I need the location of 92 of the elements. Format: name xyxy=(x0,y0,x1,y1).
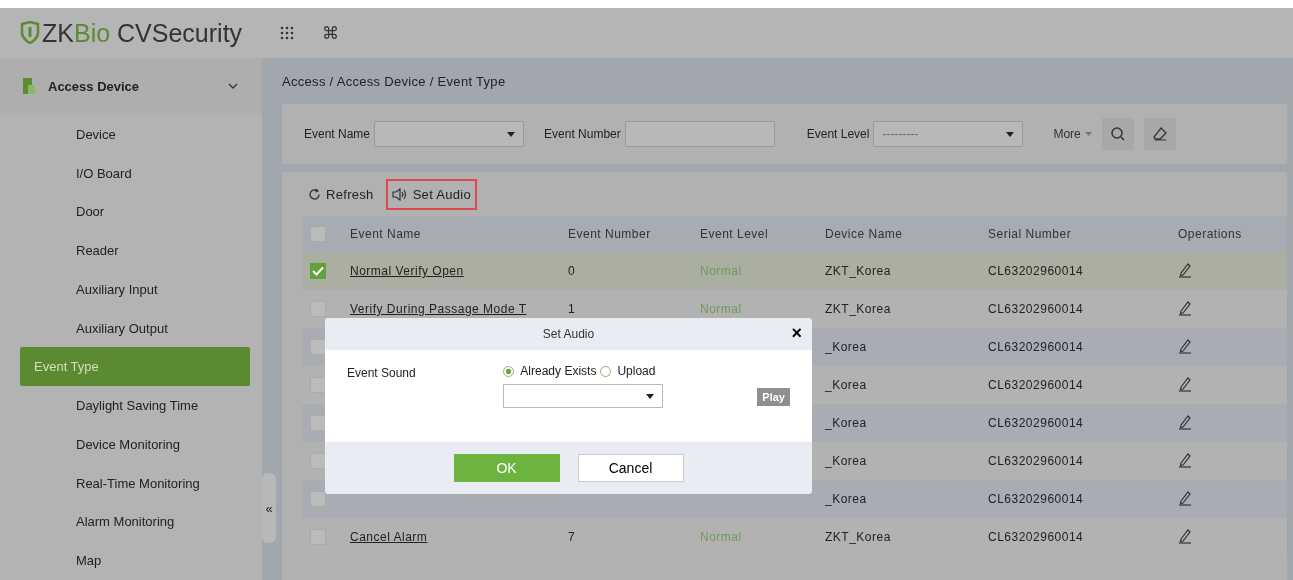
column-header: Serial Number xyxy=(988,227,1072,241)
sidebar-item[interactable]: Map xyxy=(20,541,250,580)
column-header: Event Name xyxy=(350,227,422,241)
table-cell: ZKT_Korea xyxy=(825,530,891,544)
toolbar-button[interactable]: Refresh xyxy=(302,178,380,210)
logo-text: ZKBio CVSecurity xyxy=(42,18,243,48)
event-level-cell: Normal xyxy=(700,302,742,316)
column-header: Operations xyxy=(1178,227,1242,241)
radio-circle[interactable] xyxy=(503,365,515,377)
event-name-link[interactable]: Normal Verify Open xyxy=(350,264,464,278)
speaker-icon xyxy=(391,187,408,201)
grid-icon[interactable] xyxy=(280,26,294,40)
column-header: Device Name xyxy=(825,227,903,241)
sidebar-item[interactable]: Auxiliary Output xyxy=(20,308,250,348)
edit-icon[interactable] xyxy=(1178,375,1192,392)
collapse-handle[interactable]: « xyxy=(262,473,276,543)
field-label: Event Sound xyxy=(347,366,417,380)
table-cell: CL63202960014 xyxy=(988,416,1084,430)
edit-icon[interactable] xyxy=(1178,489,1192,506)
cancel-button[interactable]: Cancel xyxy=(577,454,684,482)
row-checkbox[interactable] xyxy=(310,263,326,279)
row-checkbox[interactable] xyxy=(310,415,326,431)
edit-icon[interactable] xyxy=(1178,451,1192,468)
event-name-link[interactable]: Cancel Alarm xyxy=(350,530,428,544)
table-cell: ZKT_Korea xyxy=(825,302,891,316)
radio-circle[interactable] xyxy=(600,365,612,377)
more-dropdown[interactable]: More xyxy=(1053,127,1092,141)
sidebar-item[interactable]: I/O Board xyxy=(20,153,250,193)
sound-select[interactable] xyxy=(503,384,664,408)
device-icon xyxy=(22,77,36,96)
table-cell: _Korea xyxy=(825,340,867,354)
caret-icon xyxy=(1084,132,1092,136)
sidebar-item[interactable]: Device Monitoring xyxy=(20,424,250,464)
table-cell: CL63202960014 xyxy=(988,530,1084,544)
table-cell: _Korea xyxy=(825,378,867,392)
table-cell: ZKT_Korea xyxy=(825,264,891,278)
sidebar-item[interactable]: Door xyxy=(20,192,250,232)
column-header: Event Number xyxy=(568,227,651,241)
table-cell: 7 xyxy=(568,530,576,544)
edit-icon[interactable] xyxy=(1178,337,1192,354)
row-checkbox[interactable] xyxy=(310,453,326,469)
column-header: Event Level xyxy=(700,227,769,241)
table-cell: _Korea xyxy=(825,416,867,430)
sidebar-item[interactable]: Reader xyxy=(20,231,250,270)
table-cell: 0 xyxy=(568,264,576,278)
table-cell: CL63202960014 xyxy=(988,264,1084,278)
sidebar-group-header[interactable]: Access Device xyxy=(0,58,262,115)
sidebar-item[interactable]: Real-Time Monitoring xyxy=(20,463,250,503)
row-checkbox[interactable] xyxy=(310,377,326,393)
filter-label: Event Name xyxy=(304,127,371,141)
radio-option[interactable]: Upload xyxy=(600,364,656,378)
sidebar-group-label: Access Device xyxy=(48,78,141,94)
dialog-title: Set Audio xyxy=(542,327,595,341)
shortcut-icon[interactable]: ⌘ xyxy=(322,23,339,43)
row-checkbox[interactable] xyxy=(310,491,326,507)
table-cell: CL63202960014 xyxy=(988,492,1084,506)
edit-icon[interactable] xyxy=(1178,261,1192,278)
table-cell: CL63202960014 xyxy=(988,454,1084,468)
search-button[interactable] xyxy=(1101,118,1134,150)
search-icon xyxy=(1109,126,1126,142)
close-button[interactable]: × xyxy=(791,324,802,342)
caret-icon xyxy=(646,393,655,399)
shield-logo-icon xyxy=(20,21,40,45)
table-cell: CL63202960014 xyxy=(988,340,1084,354)
table-cell: _Korea xyxy=(825,454,867,468)
radio-option[interactable]: Already Exists xyxy=(503,364,597,378)
table-cell: 1 xyxy=(568,302,576,316)
caret-icon xyxy=(1006,131,1015,137)
eraser-icon xyxy=(1151,126,1168,142)
event-level-cell: Normal xyxy=(700,264,742,278)
sidebar-item[interactable]: Alarm Monitoring xyxy=(20,502,250,542)
table-cell: CL63202960014 xyxy=(988,378,1084,392)
breadcrumb: Access / Access Device / Event Type xyxy=(281,72,507,91)
edit-icon[interactable] xyxy=(1178,413,1192,430)
edit-icon[interactable] xyxy=(1178,299,1192,316)
row-checkbox[interactable] xyxy=(310,301,326,317)
edit-icon[interactable] xyxy=(1178,527,1192,544)
filter-label: Event Level xyxy=(806,127,870,141)
sidebar-item[interactable]: Auxiliary Input xyxy=(20,269,250,309)
sidebar-item[interactable]: Device xyxy=(20,114,250,154)
sidebar-item[interactable]: Daylight Saving Time xyxy=(20,386,250,425)
refresh-icon xyxy=(308,187,321,201)
clear-button[interactable] xyxy=(1143,118,1176,150)
table-cell: _Korea xyxy=(825,492,867,506)
toolbar-button[interactable]: Set Audio xyxy=(385,178,477,210)
event-number-field[interactable] xyxy=(624,121,775,147)
row-checkbox[interactable] xyxy=(310,339,326,355)
filter-label: Event Number xyxy=(544,127,621,141)
table-cell: CL63202960014 xyxy=(988,302,1084,316)
event-name-link[interactable]: Verify During Passage Mode T xyxy=(350,302,527,316)
event-level-cell: Normal xyxy=(700,530,742,544)
caret-icon xyxy=(507,131,516,137)
